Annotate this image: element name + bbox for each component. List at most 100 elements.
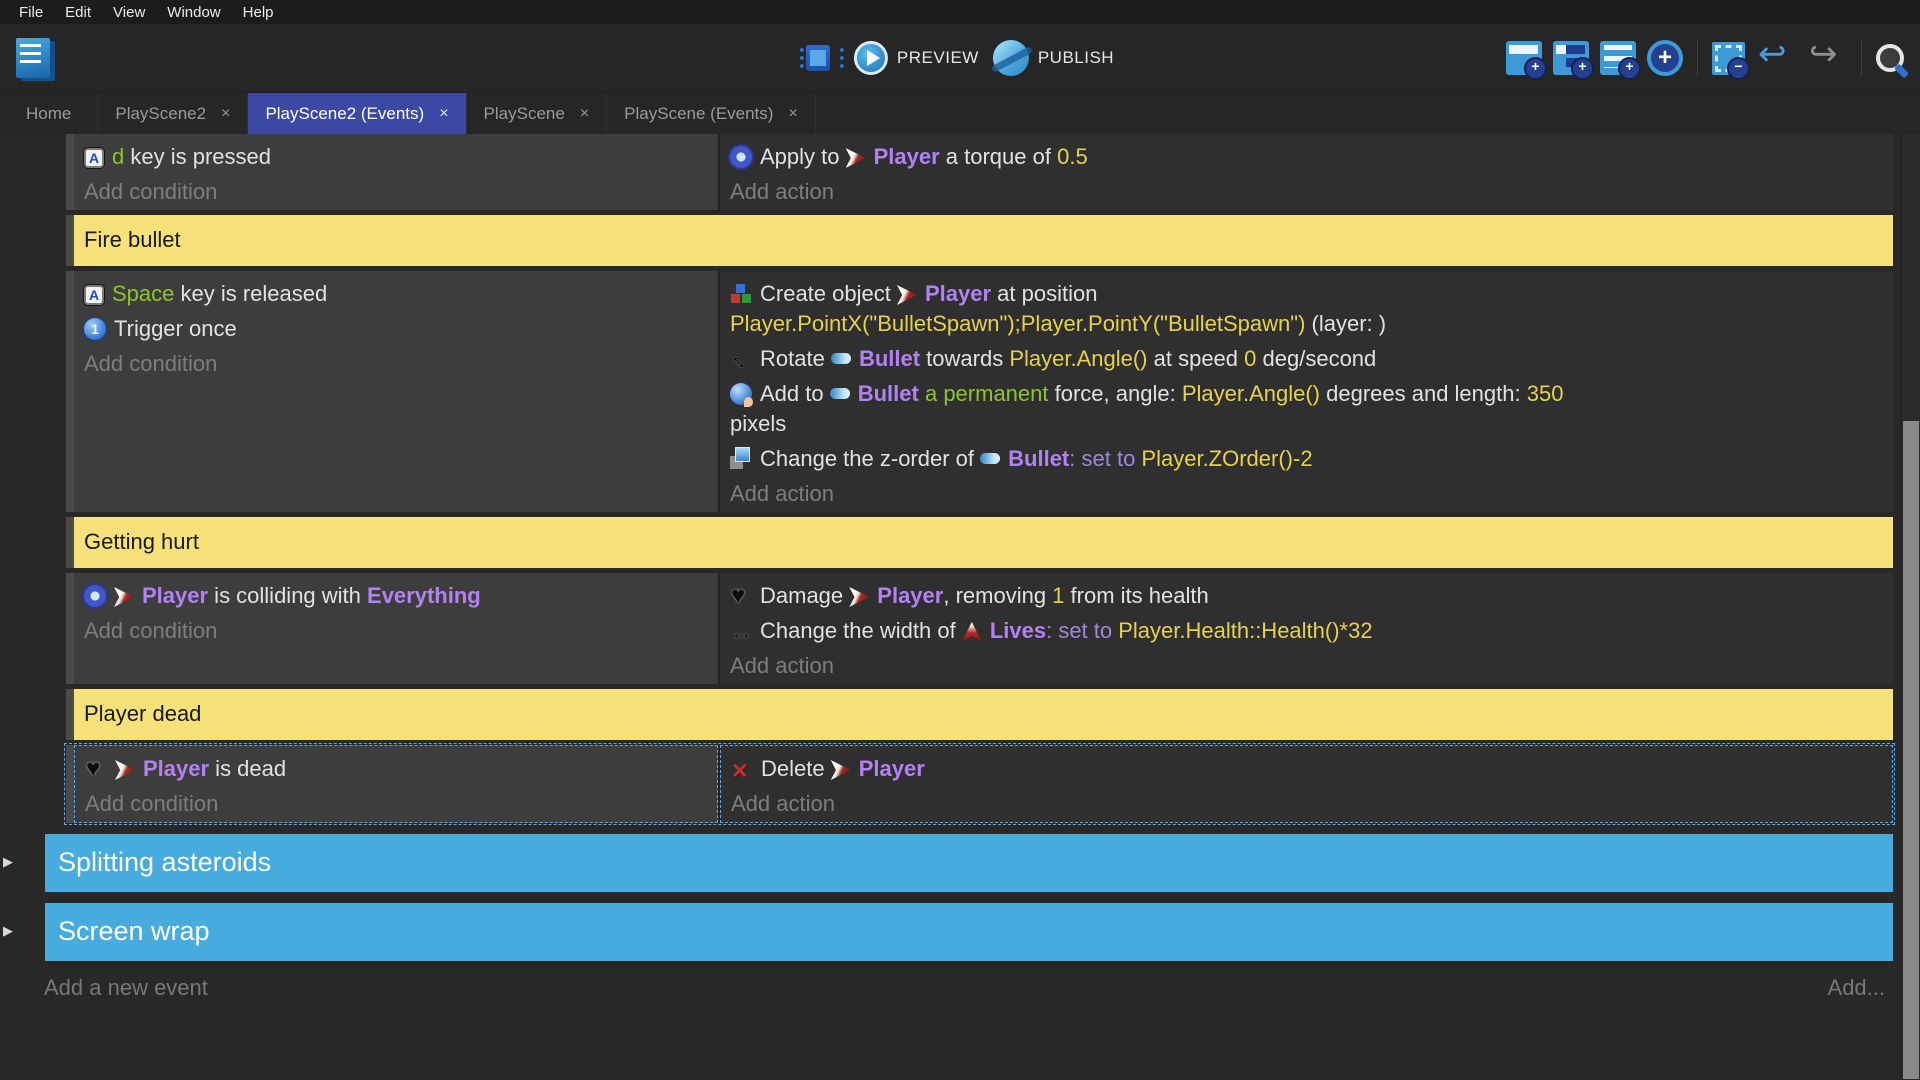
- tab-close-icon[interactable]: ×: [221, 105, 230, 123]
- redo-icon[interactable]: [1807, 38, 1847, 78]
- player-icon: [846, 148, 866, 168]
- menu-edit[interactable]: Edit: [54, 4, 102, 21]
- text-segment: force, angle:: [1049, 381, 1182, 406]
- force-icon: [730, 383, 752, 405]
- gdevelop-logo-icon[interactable]: [16, 38, 50, 78]
- events-list: d key is pressedAdd conditionApply to Pl…: [66, 134, 1893, 961]
- menu-bar: File Edit View Window Help: [0, 0, 1920, 24]
- menu-help[interactable]: Help: [232, 4, 285, 21]
- text-segment: Player: [877, 583, 943, 608]
- comment-text[interactable]: Fire bullet: [74, 215, 1893, 266]
- tab-close-icon[interactable]: ×: [580, 105, 589, 123]
- text-segment: Add to: [760, 381, 830, 406]
- add-button[interactable]: Add...: [1828, 975, 1885, 1001]
- tab-playscene2[interactable]: PlayScene2 ×: [98, 93, 248, 134]
- group-collapse-arrow-icon[interactable]: ▶: [3, 923, 13, 939]
- comment-row: Getting hurt: [66, 517, 1893, 568]
- physics-icon: [730, 146, 752, 168]
- toolbar-separator: [1697, 39, 1698, 77]
- conditions-cell[interactable]: Player is deadAdd condition: [74, 745, 718, 823]
- add-condition-button[interactable]: Add condition: [84, 344, 718, 379]
- tab-playscene2-events[interactable]: PlayScene2 (Events) ×: [248, 93, 466, 134]
- tab-playscene[interactable]: PlayScene ×: [467, 93, 608, 134]
- tab-close-icon[interactable]: ×: [439, 105, 448, 123]
- actions-cell[interactable]: Delete PlayerAdd action: [720, 745, 1893, 823]
- editor-tabs: Home PlayScene2 × PlayScene2 (Events) × …: [0, 93, 1920, 134]
- search-icon[interactable]: [1876, 44, 1904, 72]
- row-drag-handle[interactable]: [66, 745, 74, 823]
- text-segment: deg/second: [1256, 346, 1376, 371]
- tab-playscene-events[interactable]: PlayScene (Events) ×: [607, 93, 816, 134]
- action-item[interactable]: Change the width of Lives: set to Player…: [730, 611, 1893, 646]
- add-condition-button[interactable]: Add condition: [84, 172, 718, 207]
- action-item[interactable]: Create object Player at position: [730, 274, 1893, 309]
- add-condition-button[interactable]: Add condition: [84, 611, 718, 646]
- conditions-cell[interactable]: Space key is releasedTrigger onceAdd con…: [74, 271, 718, 512]
- add-action-button[interactable]: Add action: [731, 784, 1892, 819]
- add-subevent-icon[interactable]: [1553, 41, 1589, 75]
- text-segment: d: [112, 144, 124, 169]
- keyboard-icon: [84, 285, 104, 305]
- row-drag-handle[interactable]: [66, 271, 74, 512]
- add-new-event-button[interactable]: Add a new event: [44, 975, 208, 1001]
- action-item[interactable]: Damage Player, removing 1 from its healt…: [730, 576, 1893, 611]
- add-circle-icon[interactable]: [1647, 40, 1683, 76]
- action-item[interactable]: Apply to Player a torque of 0.5: [730, 137, 1893, 172]
- text-segment: Damage: [760, 583, 849, 608]
- remove-selection-icon[interactable]: [1712, 42, 1745, 75]
- debugger-icon[interactable]: [806, 45, 830, 71]
- condition-item[interactable]: d key is pressed: [84, 137, 718, 172]
- preview-button[interactable]: PREVIEW: [854, 41, 979, 75]
- undo-icon[interactable]: [1756, 38, 1796, 78]
- heart-icon: [730, 585, 752, 607]
- row-drag-handle[interactable]: [66, 215, 74, 266]
- tab-home[interactable]: Home: [0, 93, 98, 134]
- scrollbar-thumb[interactable]: [1903, 421, 1919, 1079]
- action-item[interactable]: pixels: [730, 409, 1893, 439]
- action-item[interactable]: Rotate Bullet towards Player.Angle() at …: [730, 339, 1893, 374]
- menu-window[interactable]: Window: [156, 4, 231, 21]
- add-condition-button[interactable]: Add condition: [85, 784, 717, 819]
- conditions-cell[interactable]: Player is colliding with EverythingAdd c…: [74, 573, 718, 684]
- action-item[interactable]: Add to Bullet a permanent force, angle: …: [730, 374, 1893, 409]
- player-icon: [115, 760, 135, 780]
- actions-cell[interactable]: Create object Player at positionPlayer.P…: [720, 271, 1893, 512]
- add-action-button[interactable]: Add action: [730, 646, 1893, 681]
- condition-item[interactable]: Player is colliding with Everything: [84, 576, 718, 611]
- row-drag-handle[interactable]: [66, 134, 74, 210]
- text-segment: Player.ZOrder()-2: [1141, 446, 1312, 471]
- condition-item[interactable]: Player is dead: [85, 749, 717, 784]
- tab-close-icon[interactable]: ×: [788, 105, 797, 123]
- toolbar-separator: [1861, 39, 1862, 77]
- condition-item[interactable]: Space key is released: [84, 274, 718, 309]
- add-action-button[interactable]: Add action: [730, 474, 1893, 509]
- menu-view[interactable]: View: [102, 4, 156, 21]
- add-action-button[interactable]: Add action: [730, 172, 1893, 207]
- text-segment: Player.PointX("BulletSpawn");Player.Poin…: [730, 311, 1305, 336]
- row-drag-handle[interactable]: [66, 573, 74, 684]
- comment-text[interactable]: Getting hurt: [74, 517, 1893, 568]
- vertical-scrollbar[interactable]: [1901, 134, 1920, 1079]
- tab-label: Home: [26, 104, 71, 124]
- action-item[interactable]: Player.PointX("BulletSpawn");Player.Poin…: [730, 309, 1893, 339]
- conditions-cell[interactable]: d key is pressedAdd condition: [74, 134, 718, 210]
- add-event-icon[interactable]: [1506, 41, 1542, 75]
- text-segment: , removing: [943, 583, 1052, 608]
- text-segment: a torque of: [940, 144, 1057, 169]
- group-title[interactable]: Splitting asteroids: [45, 834, 1893, 892]
- text-segment: Player: [142, 583, 208, 608]
- text-segment: Player.Health::Health()*32: [1118, 618, 1372, 643]
- menu-file[interactable]: File: [8, 4, 54, 21]
- condition-item[interactable]: Trigger once: [84, 309, 718, 344]
- add-comment-icon[interactable]: [1600, 41, 1636, 75]
- publish-button[interactable]: PUBLISH: [993, 40, 1114, 76]
- actions-cell[interactable]: Damage Player, removing 1 from its healt…: [720, 573, 1893, 684]
- action-item[interactable]: Delete Player: [731, 749, 1892, 784]
- row-drag-handle[interactable]: [66, 689, 74, 740]
- actions-cell[interactable]: Apply to Player a torque of 0.5Add actio…: [720, 134, 1893, 210]
- row-drag-handle[interactable]: [66, 517, 74, 568]
- comment-text[interactable]: Player dead: [74, 689, 1893, 740]
- group-collapse-arrow-icon[interactable]: ▶: [3, 854, 13, 870]
- group-title[interactable]: Screen wrap: [45, 903, 1893, 961]
- action-item[interactable]: Change the z-order of Bullet: set to Pla…: [730, 439, 1893, 474]
